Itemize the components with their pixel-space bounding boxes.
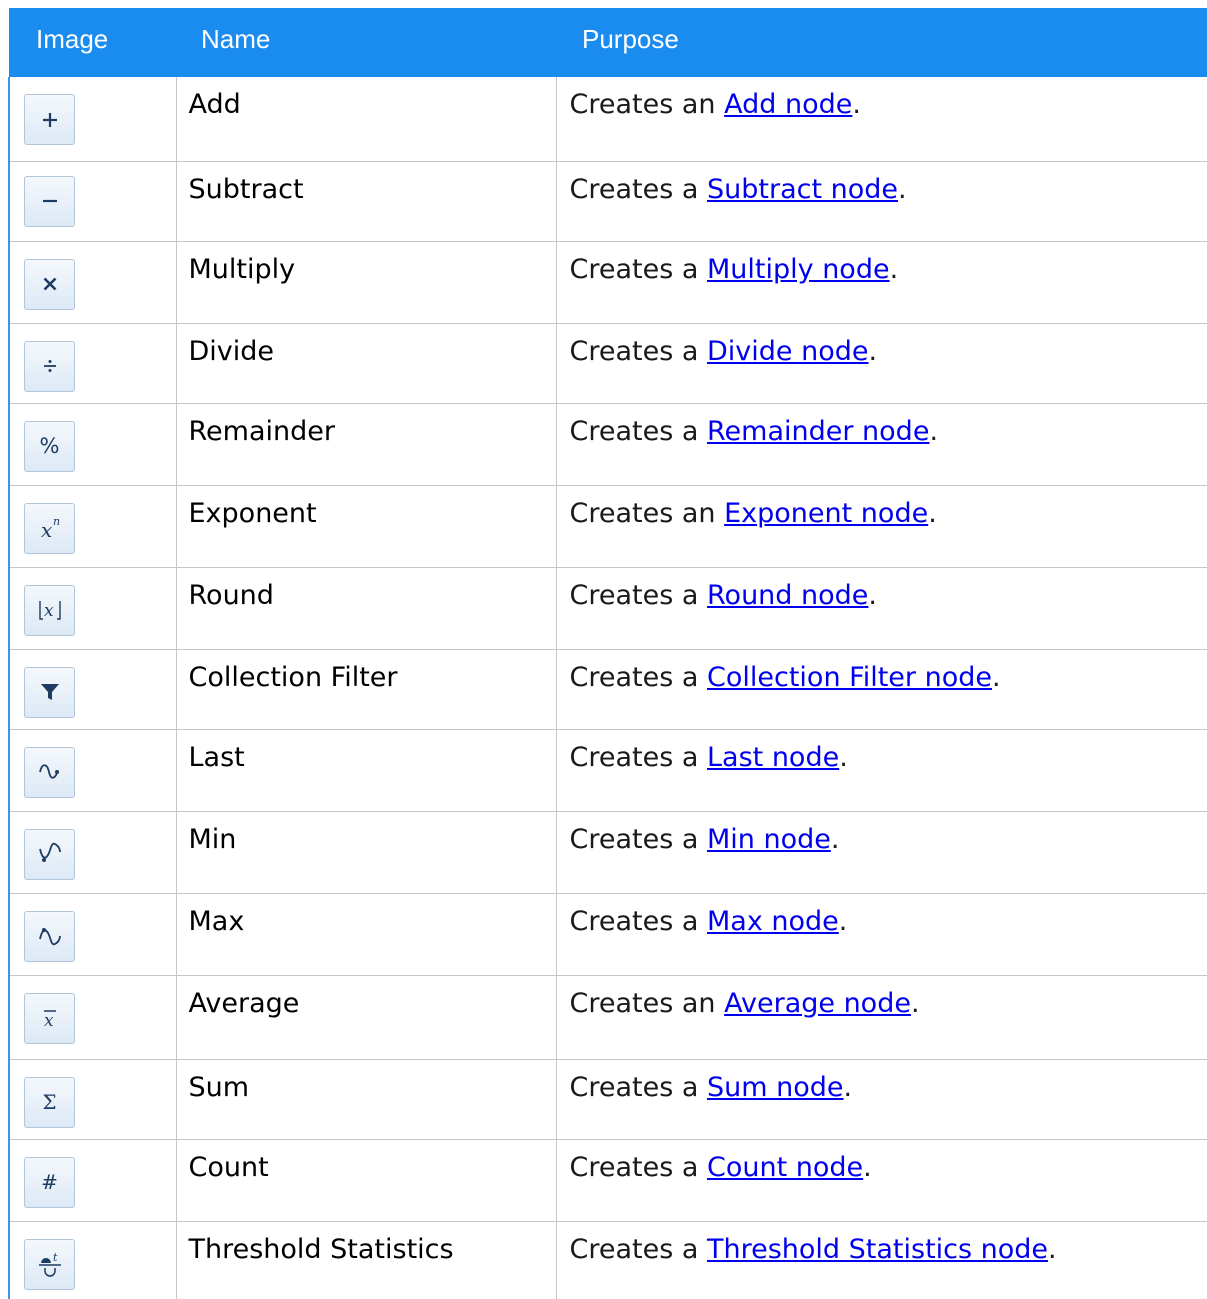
node-name: Sum — [176, 1059, 557, 1140]
last-icon[interactable] — [24, 746, 75, 798]
node-types-table: Image Name Purpose Add Creates an Add no… — [8, 8, 1207, 1299]
node-purpose: Creates a Min node. — [556, 811, 1207, 894]
round-icon[interactable]: x — [24, 584, 75, 636]
node-purpose: Creates an Exponent node. — [556, 485, 1207, 568]
node-name: Exponent — [176, 485, 557, 568]
min-node-link[interactable]: Min node — [707, 824, 831, 855]
node-purpose: Creates a Multiply node. — [556, 241, 1207, 324]
node-name: Collection Filter — [176, 649, 557, 730]
node-name: Round — [176, 567, 557, 650]
table-row-count: # Count Creates a Count node. — [8, 1139, 1207, 1222]
table-row-collection-filter: Collection Filter Creates a Collection F… — [8, 649, 1207, 730]
round-node-link[interactable]: Round node — [707, 580, 868, 611]
table-row-min: Min Creates a Min node. — [8, 811, 1207, 894]
node-name: Threshold Statistics — [176, 1221, 557, 1299]
node-purpose: Creates a Count node. — [556, 1139, 1207, 1222]
table-row-sum: Σ Sum Creates a Sum node. — [8, 1059, 1207, 1140]
table-header-row: Image Name Purpose — [9, 8, 1207, 77]
node-purpose: Creates a Max node. — [556, 893, 1207, 976]
divide-node-link[interactable]: Divide node — [707, 336, 869, 367]
add-icon[interactable] — [24, 94, 75, 145]
svg-text:x: x — [41, 518, 52, 542]
node-name: Add — [176, 77, 557, 162]
min-icon[interactable] — [24, 828, 75, 880]
node-purpose: Creates a Last node. — [556, 729, 1207, 812]
last-node-link[interactable]: Last node — [707, 742, 839, 773]
exponent-icon[interactable]: xn — [24, 502, 75, 554]
node-name: Max — [176, 893, 557, 976]
average-node-link[interactable]: Average node — [724, 988, 911, 1019]
table-row-add: Add Creates an Add node. — [8, 77, 1207, 162]
node-purpose: Creates a Threshold Statistics node. — [569, 1233, 1057, 1265]
node-name: Multiply — [176, 241, 557, 324]
table-row-max: Max Creates a Max node. — [8, 893, 1207, 976]
node-name: Subtract — [176, 161, 557, 242]
node-purpose: Creates a Subtract node. — [556, 161, 1207, 242]
filter-icon[interactable] — [24, 666, 75, 718]
exponent-node-link[interactable]: Exponent node — [724, 498, 928, 529]
sum-icon[interactable]: Σ — [24, 1076, 75, 1128]
node-purpose: Creates a Divide node. — [556, 323, 1207, 404]
table-row-remainder: % Remainder Creates a Remainder node. — [8, 403, 1207, 486]
table-row-average: x Average Creates an Average node. — [8, 975, 1207, 1060]
svg-text:x: x — [44, 601, 54, 621]
table-row-multiply: Multiply Creates a Multiply node. — [8, 241, 1207, 324]
node-name: Min — [176, 811, 557, 894]
node-name: Last — [176, 729, 557, 812]
threshold-statistics-icon[interactable]: t — [24, 1238, 75, 1290]
count-node-link[interactable]: Count node — [707, 1152, 863, 1183]
average-icon[interactable]: x — [24, 992, 75, 1044]
multiply-icon[interactable] — [24, 258, 75, 310]
node-purpose: Creates a Collection Filter node. — [556, 649, 1207, 730]
table-row-divide: Divide Creates a Divide node. — [8, 323, 1207, 404]
node-name: Divide — [176, 323, 557, 404]
svg-text:t: t — [53, 1251, 58, 1264]
table-row-exponent: xn Exponent Creates an Exponent node. — [8, 485, 1207, 568]
svg-text:n: n — [53, 515, 60, 528]
header-image: Image — [9, 8, 176, 77]
node-purpose: Creates a Sum node. — [556, 1059, 1207, 1140]
table-row-threshold-statistics: t Threshold Statistics Creates a Thresho… — [8, 1221, 1207, 1299]
subtract-icon[interactable] — [24, 175, 75, 227]
node-purpose: Creates a Remainder node. — [556, 403, 1207, 486]
table-row-last: Last Creates a Last node. — [8, 729, 1207, 812]
max-icon[interactable] — [24, 910, 75, 962]
node-name: Remainder — [176, 403, 557, 486]
node-purpose: Creates an Add node. — [556, 77, 1207, 162]
max-node-link[interactable]: Max node — [707, 906, 839, 937]
node-name: Count — [176, 1139, 557, 1222]
collection-filter-node-link[interactable]: Collection Filter node — [707, 662, 992, 693]
remainder-node-link[interactable]: Remainder node — [707, 416, 929, 447]
header-name: Name — [176, 8, 556, 77]
header-purpose: Purpose — [556, 8, 1207, 77]
sum-node-link[interactable]: Sum node — [707, 1072, 844, 1103]
remainder-icon[interactable]: % — [24, 420, 75, 472]
table-row-round: x Round Creates a Round node. — [8, 567, 1207, 650]
subtract-node-link[interactable]: Subtract node — [707, 174, 898, 205]
svg-text:x: x — [44, 1011, 54, 1031]
node-purpose: Creates an Average node. — [556, 975, 1207, 1060]
table-row-subtract: Subtract Creates a Subtract node. — [8, 161, 1207, 242]
multiply-node-link[interactable]: Multiply node — [707, 254, 890, 285]
node-purpose: Creates a Round node. — [556, 567, 1207, 650]
count-icon[interactable]: # — [24, 1156, 75, 1208]
threshold-statistics-node-link[interactable]: Threshold Statistics node — [707, 1234, 1048, 1265]
divide-icon[interactable] — [24, 340, 75, 392]
add-node-link[interactable]: Add node — [724, 89, 852, 120]
node-name: Average — [176, 975, 557, 1060]
